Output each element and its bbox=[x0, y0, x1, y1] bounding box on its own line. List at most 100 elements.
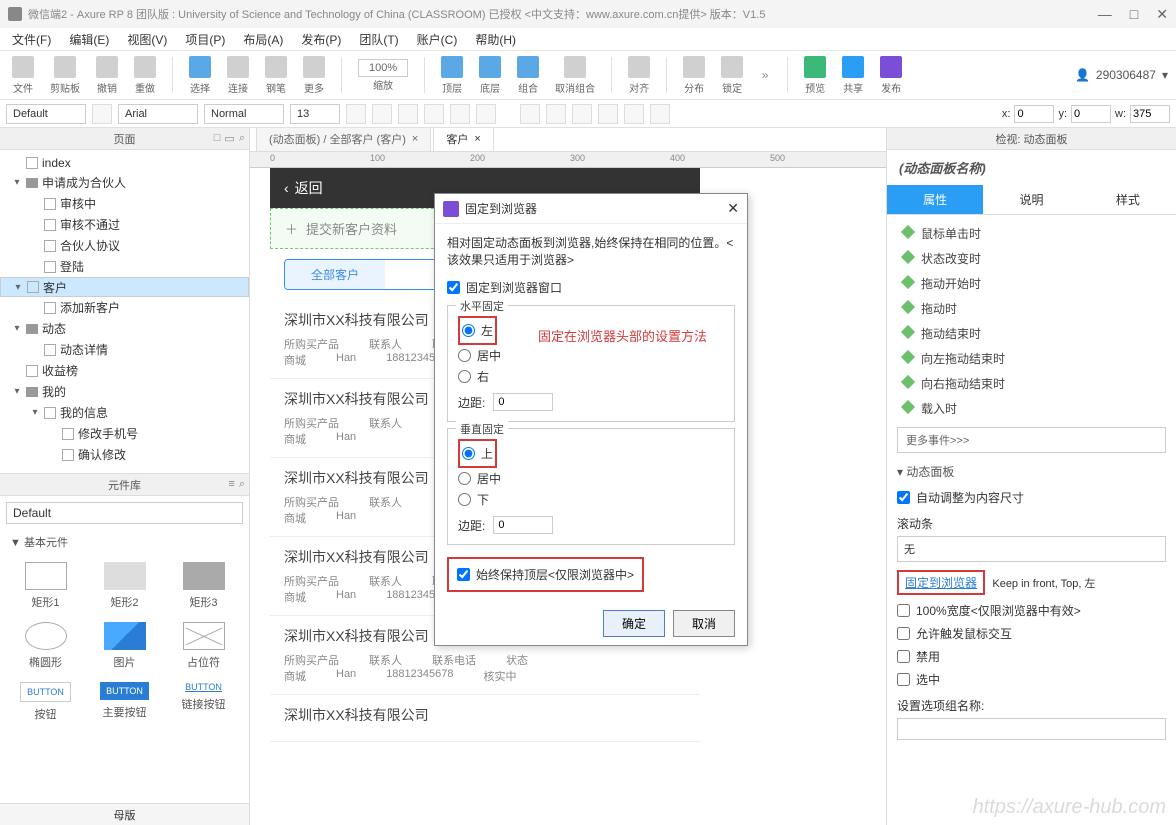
lib-item[interactable]: 矩形1 bbox=[8, 558, 83, 614]
tb-align[interactable]: 对齐 bbox=[624, 56, 654, 95]
align-center-icon[interactable] bbox=[546, 104, 566, 124]
tb-select[interactable]: 选择 bbox=[185, 56, 215, 95]
menu-account[interactable]: 账户(C) bbox=[411, 29, 464, 50]
menu-publish[interactable]: 发布(P) bbox=[295, 29, 347, 50]
lib-item[interactable]: 椭圆形 bbox=[8, 618, 83, 674]
scroll-select[interactable]: 无 bbox=[897, 536, 1166, 562]
size-select[interactable]: 13 bbox=[290, 104, 340, 124]
tb-top[interactable]: 顶层 bbox=[437, 56, 467, 95]
tb-preview[interactable]: 预览 bbox=[800, 56, 830, 95]
chk-keep-top[interactable]: 始终保持顶层<仅限浏览器中> bbox=[457, 563, 634, 586]
minimize-icon[interactable]: — bbox=[1098, 6, 1112, 23]
tb-ungroup[interactable]: 取消组合 bbox=[551, 56, 599, 95]
event-item[interactable]: 向右拖动结束时 bbox=[897, 371, 1166, 396]
lib-search-icon[interactable]: ⌕ bbox=[239, 478, 245, 491]
dialog-header[interactable]: 固定到浏览器 ✕ bbox=[435, 194, 747, 224]
align-left-icon[interactable] bbox=[520, 104, 540, 124]
cancel-button[interactable]: 取消 bbox=[673, 610, 735, 637]
chk-touch[interactable]: 允许触发鼠标交互 bbox=[897, 622, 1166, 645]
menu-team[interactable]: 团队(T) bbox=[353, 29, 404, 50]
tree-item[interactable]: 修改手机号 bbox=[0, 423, 249, 444]
maximize-icon[interactable]: □ bbox=[1130, 6, 1138, 23]
tb-connect[interactable]: 连接 bbox=[223, 56, 253, 95]
tb-undo[interactable]: 撤销 bbox=[92, 56, 122, 95]
font-select[interactable]: Arial bbox=[118, 104, 198, 124]
lib-menu-icon[interactable]: ≡ bbox=[228, 478, 234, 491]
tb-pen[interactable]: 钢笔 bbox=[261, 56, 291, 95]
tb-file[interactable]: 文件 bbox=[8, 56, 38, 95]
add-folder-icon[interactable]: ▭ bbox=[224, 132, 234, 145]
radio-hcenter[interactable]: 居中 bbox=[458, 345, 724, 366]
close-icon[interactable]: ✕ bbox=[1156, 6, 1168, 23]
tree-item[interactable]: 动态详情 bbox=[0, 339, 249, 360]
weight-select[interactable]: Normal bbox=[204, 104, 284, 124]
radio-right[interactable]: 右 bbox=[458, 366, 724, 387]
chk-auto-fit[interactable]: 自动调整为内容尺寸 bbox=[897, 486, 1166, 509]
event-item[interactable]: 鼠标单击时 bbox=[897, 221, 1166, 246]
tb-dist[interactable]: 分布 bbox=[679, 56, 709, 95]
lib-item[interactable]: BUTTON按钮 bbox=[8, 678, 83, 726]
inspector-name[interactable]: (动态面板名称) bbox=[887, 150, 1176, 185]
chk-selected[interactable]: 选中 bbox=[897, 668, 1166, 691]
tree-item[interactable]: 收益榜 bbox=[0, 360, 249, 381]
add-page-icon[interactable]: □ bbox=[214, 132, 221, 145]
tab-customer[interactable]: 客户× bbox=[433, 128, 493, 151]
tree-item[interactable]: ▾我的 bbox=[0, 381, 249, 402]
event-item[interactable]: 拖动时 bbox=[897, 296, 1166, 321]
tree-item[interactable]: 确认修改 bbox=[0, 444, 249, 465]
library-select[interactable]: Default bbox=[6, 502, 243, 524]
radio-left[interactable]: 左 bbox=[462, 320, 493, 341]
tb-group[interactable]: 组合 bbox=[513, 56, 543, 95]
tb-lock[interactable]: 锁定 bbox=[717, 56, 747, 95]
radio-bottom[interactable]: 下 bbox=[458, 489, 724, 510]
lib-item[interactable]: 矩形2 bbox=[87, 558, 162, 614]
user-menu[interactable]: 👤 290306487 ▾ bbox=[1075, 68, 1168, 82]
tree-item[interactable]: ▾客户 bbox=[0, 277, 249, 297]
event-item[interactable]: 拖动结束时 bbox=[897, 321, 1166, 346]
menu-help[interactable]: 帮助(H) bbox=[469, 29, 522, 50]
library-section[interactable]: ▼ 基本元件 bbox=[0, 530, 249, 554]
more-events[interactable]: 更多事件>>> bbox=[897, 427, 1166, 453]
pos-y-field[interactable] bbox=[1071, 105, 1111, 123]
tree-item[interactable]: ▾申请成为合伙人 bbox=[0, 172, 249, 193]
style-paint-icon[interactable] bbox=[92, 104, 112, 124]
menu-layout[interactable]: 布局(A) bbox=[237, 29, 289, 50]
tab-close-icon[interactable]: × bbox=[412, 133, 418, 145]
valign-top-icon[interactable] bbox=[598, 104, 618, 124]
tb-bottom[interactable]: 底层 bbox=[475, 56, 505, 95]
v-margin-field[interactable] bbox=[493, 516, 553, 534]
tb-share[interactable]: 共享 bbox=[838, 56, 868, 95]
menu-view[interactable]: 视图(V) bbox=[121, 29, 173, 50]
tb-redo[interactable]: 重做 bbox=[130, 56, 160, 95]
tab-panel-state[interactable]: (动态面板) / 全部客户 (客户)× bbox=[256, 128, 431, 151]
lib-item[interactable]: 矩形3 bbox=[166, 558, 241, 614]
masters-footer[interactable]: 母版 bbox=[0, 803, 249, 825]
optgroup-select[interactable] bbox=[897, 718, 1166, 740]
valign-mid-icon[interactable] bbox=[624, 104, 644, 124]
border-icon[interactable] bbox=[476, 104, 496, 124]
event-item[interactable]: 状态改变时 bbox=[897, 246, 1166, 271]
tree-item[interactable]: 登陆 bbox=[0, 256, 249, 277]
event-item[interactable]: 拖动开始时 bbox=[897, 271, 1166, 296]
lib-item[interactable]: BUTTON链接按钮 bbox=[166, 678, 241, 726]
search-icon[interactable]: ⌕ bbox=[239, 132, 245, 145]
tree-item[interactable]: 审核中 bbox=[0, 193, 249, 214]
italic-icon[interactable] bbox=[372, 104, 392, 124]
tab-notes[interactable]: 说明 bbox=[983, 185, 1079, 214]
style-select[interactable]: Default bbox=[6, 104, 86, 124]
chk-100w[interactable]: 100%宽度<仅限浏览器中有效> bbox=[897, 599, 1166, 622]
bold-icon[interactable] bbox=[346, 104, 366, 124]
lib-item[interactable]: 占位符 bbox=[166, 618, 241, 674]
color-icon[interactable] bbox=[424, 104, 444, 124]
pin-link[interactable]: 固定到浏览器 bbox=[905, 576, 977, 590]
tree-item[interactable]: 合伙人协议 bbox=[0, 235, 249, 256]
event-item[interactable]: 向左拖动结束时 bbox=[897, 346, 1166, 371]
tb-more[interactable]: 更多 bbox=[299, 56, 329, 95]
menu-project[interactable]: 项目(P) bbox=[179, 29, 231, 50]
menu-edit[interactable]: 编辑(E) bbox=[63, 29, 115, 50]
tb-zoom[interactable]: 100%缩放 bbox=[354, 59, 412, 92]
tree-item[interactable]: index bbox=[0, 154, 249, 172]
tb-publish[interactable]: 发布 bbox=[876, 56, 906, 95]
ok-button[interactable]: 确定 bbox=[603, 610, 665, 637]
underline-icon[interactable] bbox=[398, 104, 418, 124]
